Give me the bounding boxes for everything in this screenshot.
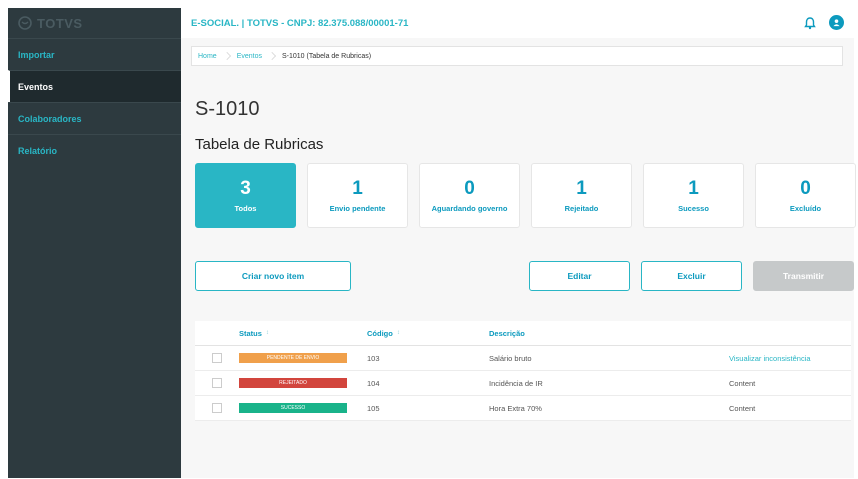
card-count: 0 <box>800 178 811 199</box>
row-checkbox[interactable] <box>212 403 222 413</box>
sidebar: TOTVS Importar Eventos Colaboradores Rel… <box>8 8 181 478</box>
page-subtitle: Tabela de Rubricas <box>195 136 324 153</box>
card-count: 1 <box>576 178 587 199</box>
sidebar-item-importar[interactable]: Importar <box>8 38 181 70</box>
header-title: E-SOCIAL. | TOTVS - CNPJ: 82.375.088/000… <box>191 17 409 29</box>
create-item-button[interactable]: Criar novo item <box>195 261 351 291</box>
card-label: Excluído <box>789 204 822 213</box>
table-header: Status ↕ Código ↕ Descrição <box>195 321 851 346</box>
card-excluido[interactable]: 0 Excluído <box>755 163 856 228</box>
transmit-button[interactable]: Transmitir <box>753 261 854 291</box>
row-checkbox[interactable] <box>212 378 222 388</box>
breadcrumb-current: S-1010 (Tabela de Rubricas) <box>281 52 372 60</box>
breadcrumb-home[interactable]: Home <box>198 53 217 60</box>
notification-bell-icon[interactable] <box>803 16 817 30</box>
totvs-logo-icon <box>18 16 32 30</box>
card-label: Envio pendente <box>329 204 386 213</box>
logo-text: TOTVS <box>37 15 83 31</box>
card-label: Sucesso <box>678 204 709 213</box>
card-todos[interactable]: 3 Todos <box>195 163 296 228</box>
column-code[interactable]: Código ↕ <box>367 329 489 338</box>
sort-icon[interactable]: ↕ <box>266 330 269 336</box>
card-sucesso[interactable]: 1 Sucesso <box>643 163 744 228</box>
card-label: Aguardando governo <box>431 204 508 213</box>
row-checkbox[interactable] <box>212 353 222 363</box>
sidebar-item-colaboradores[interactable]: Colaboradores <box>8 102 181 134</box>
status-badge: REJEITADO <box>239 378 347 388</box>
card-envio-pendente[interactable]: 1 Envio pendente <box>307 163 408 228</box>
card-count: 3 <box>240 178 251 199</box>
sidebar-item-relatorio[interactable]: Relatório <box>8 134 181 166</box>
main-content: E-SOCIAL. | TOTVS - CNPJ: 82.375.088/000… <box>181 8 856 478</box>
table-row[interactable]: REJEITADO 104 Incidência de IR Content <box>195 371 851 396</box>
row-code: 105 <box>367 403 380 413</box>
status-badge: PENDENTE DE ENVIO <box>239 353 347 363</box>
breadcrumb: Home Eventos S-1010 (Tabela de Rubricas) <box>191 46 843 66</box>
card-rejeitado[interactable]: 1 Rejeitado <box>531 163 632 228</box>
row-code: 103 <box>367 353 380 363</box>
top-bar: E-SOCIAL. | TOTVS - CNPJ: 82.375.088/000… <box>181 8 854 38</box>
breadcrumb-eventos[interactable]: Eventos <box>237 53 262 60</box>
view-inconsistency-link[interactable]: Visualizar inconsistência <box>729 354 851 363</box>
breadcrumb-separator-icon <box>268 52 276 60</box>
column-label: Código <box>367 328 393 338</box>
card-count: 0 <box>464 178 475 199</box>
row-description: Incidência de IR <box>489 378 543 388</box>
status-badge: SUCESSO <box>239 403 347 413</box>
card-count: 1 <box>352 178 363 199</box>
user-avatar-icon[interactable] <box>829 15 844 30</box>
row-description: Hora Extra 70% <box>489 403 542 413</box>
row-content: Content <box>729 378 756 388</box>
column-description: Descrição <box>489 328 525 338</box>
table-row[interactable]: PENDENTE DE ENVIO 103 Salário bruto Visu… <box>195 346 851 371</box>
table-row[interactable]: SUCESSO 105 Hora Extra 70% Content <box>195 396 851 421</box>
app-frame: TOTVS Importar Eventos Colaboradores Rel… <box>8 8 856 478</box>
breadcrumb-separator-icon <box>222 52 231 60</box>
logo: TOTVS <box>8 8 181 38</box>
delete-button[interactable]: Excluir <box>641 261 742 291</box>
sidebar-item-eventos[interactable]: Eventos <box>8 70 181 102</box>
sort-icon[interactable]: ↕ <box>397 330 400 336</box>
row-description: Salário bruto <box>489 353 532 363</box>
events-table: Status ↕ Código ↕ Descrição PENDENTE DE … <box>195 321 851 421</box>
card-label: Todos <box>234 204 257 213</box>
status-cards: 3 Todos 1 Envio pendente 0 Aguardando go… <box>195 163 856 228</box>
page-title: S-1010 <box>195 98 260 120</box>
card-aguardando-governo[interactable]: 0 Aguardando governo <box>419 163 520 228</box>
card-label: Rejeitado <box>564 204 599 213</box>
card-count: 1 <box>688 178 699 199</box>
column-label: Status <box>239 328 262 338</box>
edit-button[interactable]: Editar <box>529 261 630 291</box>
row-code: 104 <box>367 378 380 388</box>
row-content: Content <box>729 403 756 413</box>
column-status[interactable]: Status ↕ <box>239 329 367 338</box>
